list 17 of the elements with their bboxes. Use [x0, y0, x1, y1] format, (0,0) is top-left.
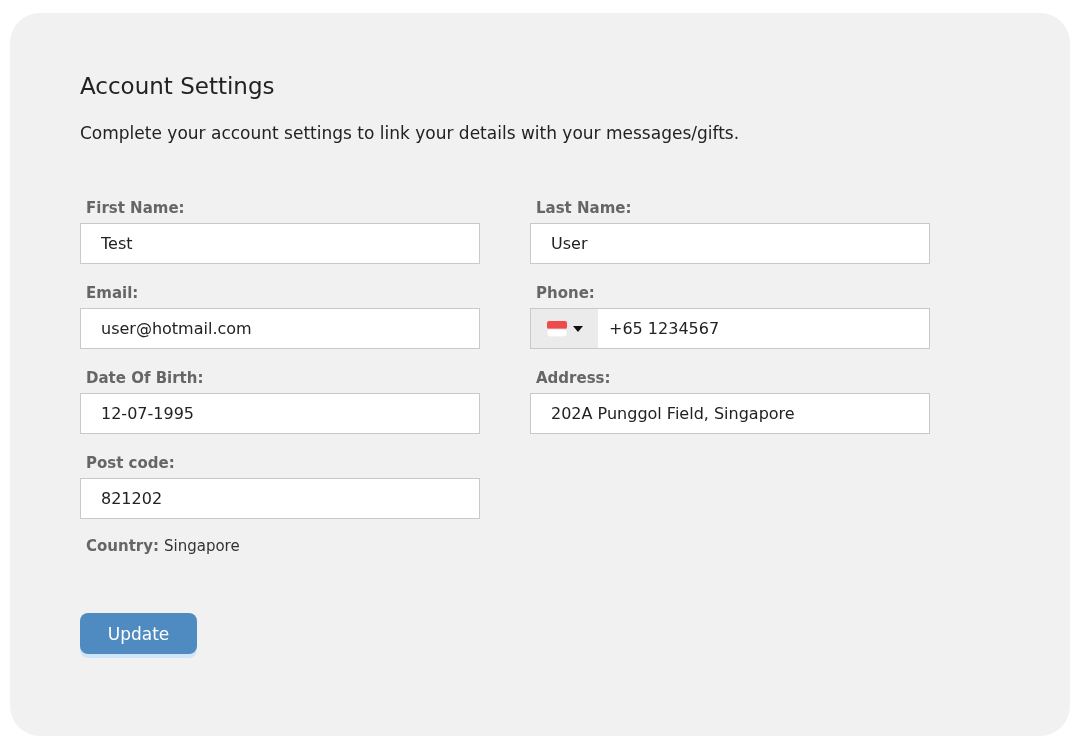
field-label: Date Of Birth:	[85, 369, 205, 387]
field-label: Last Name:	[535, 199, 633, 217]
text-field[interactable]: Test	[80, 223, 480, 264]
page-subtitle: Complete your account settings to link your details with your messages/gifts.	[80, 123, 740, 143]
text-field[interactable]: User	[530, 223, 930, 264]
country-value: Singapore	[164, 537, 240, 555]
text-field[interactable]: 821202	[80, 478, 480, 519]
field-label: Phone:	[535, 284, 596, 302]
text-field[interactable]: 12-07-1995	[80, 393, 480, 434]
text-field[interactable]: 202A Punggol Field, Singapore	[530, 393, 930, 434]
field-label: First Name:	[85, 199, 186, 217]
text-field[interactable]: user@hotmail.com	[80, 308, 480, 349]
page-title: Account Settings	[80, 73, 275, 99]
field-label: Email:	[85, 284, 140, 302]
field-label: Address:	[535, 369, 612, 387]
field-label: Post code:	[85, 454, 176, 472]
country-label: Country:	[86, 537, 159, 555]
